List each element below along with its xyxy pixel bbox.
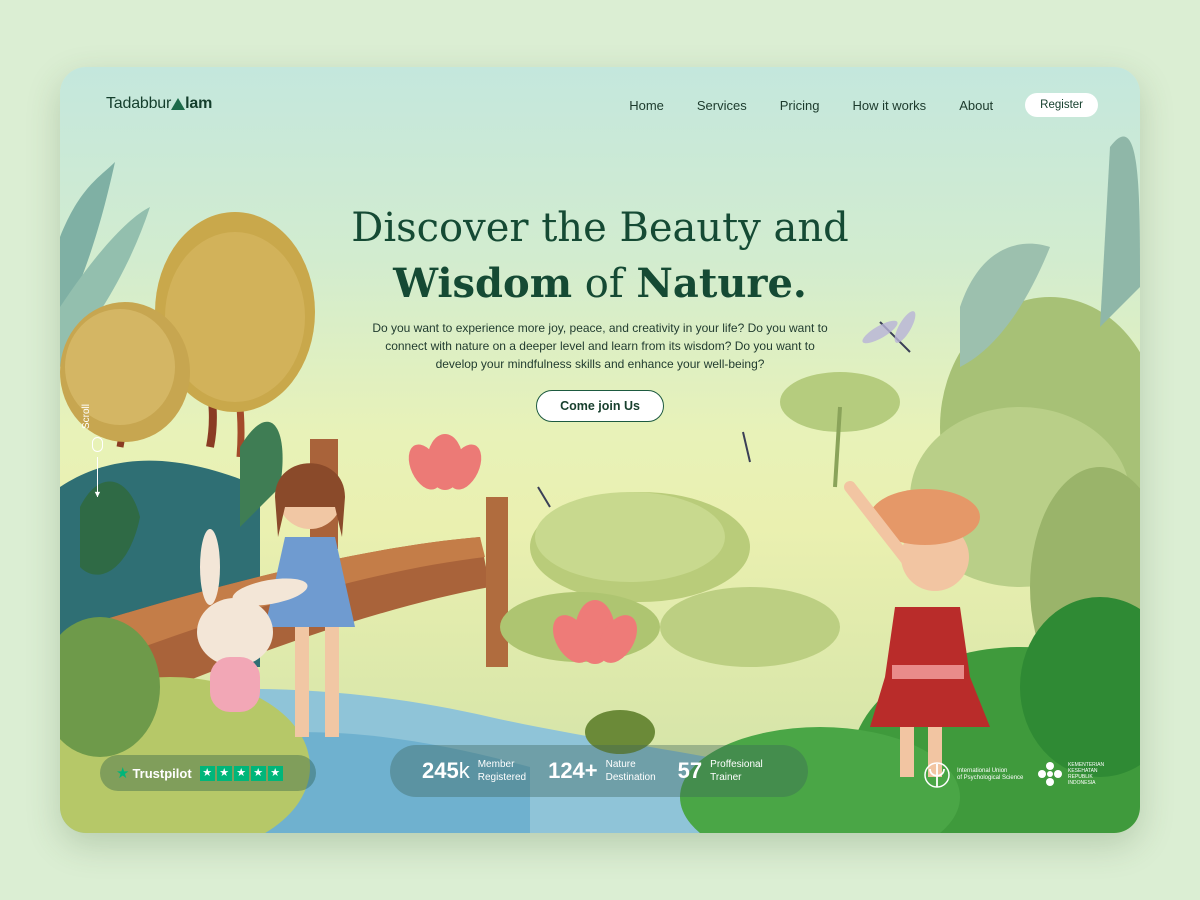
partner-kemenkes: KEMENTERIAN KESEHATAN REPUBLIK INDONESIA [1036,760,1104,788]
logo-text-left: Tadabbur [106,95,172,112]
partner-kemenkes-text: KEMENTERIAN KESEHATAN REPUBLIK INDONESIA [1068,762,1104,786]
partner-iups: International Union of Psychological Scie… [922,760,1023,790]
mouse-icon [92,437,103,452]
trustpilot-star-icon: ★ [116,765,130,782]
logo-text-right: lam [185,95,213,112]
stat-value: 57 [677,758,703,783]
partner-line: of Psychological Science [957,775,1024,781]
partner-line: International Union [957,768,1008,774]
hero-description: Do you want to experience more joy, peac… [372,321,828,371]
partner-line: INDONESIA [1068,780,1096,786]
health-ministry-icon [1038,762,1062,786]
stat-line1: Proffesional [710,759,763,770]
brand-logo[interactable]: Tadabbur lam [106,95,212,113]
stat-text: Member Registered [478,758,526,784]
stat-line2: Trainer [710,772,742,783]
stat-line1: Member [477,759,515,770]
hero-title-line1: Discover the Beauty and [351,205,849,251]
rating-star-icon: ★ [216,765,232,781]
hero-card: Tadabbur lam Home Services Pricing How i… [60,67,1140,833]
trustpilot-name: Trustpilot [132,765,192,781]
hero-title-line2: Wisdom of Nature. [60,256,1140,312]
nav-services[interactable]: Services [697,98,747,113]
nav-about[interactable]: About [959,98,993,113]
rating-star-icon: ★ [199,765,215,781]
hero-title-bold-nature: Nature. [636,260,807,307]
stat-value: 124+ [548,758,598,783]
nav-pricing[interactable]: Pricing [780,98,820,113]
logo-triangle-icon [171,97,186,110]
trustpilot-badge[interactable]: ★ Trustpilot ★ ★ ★ ★ ★ [100,755,316,791]
stat-text: Proffesional Trainer [710,758,763,784]
stat-trainers: 57 Proffesional Trainer [678,758,763,784]
rating-star-icon: ★ [233,765,249,781]
hero-title: Discover the Beauty and Wisdom of Nature… [60,200,1140,312]
stat-unit: k [458,758,470,783]
nav-home[interactable]: Home [629,98,664,113]
stats-bar: 245k Member Registered 124+ Nature Destina… [390,745,808,797]
stat-value: 245k [422,758,470,784]
scroll-label: Scroll [81,403,93,430]
rating-star-icon: ★ [267,765,283,781]
nature-illustration [60,136,1140,833]
nav-how-it-works[interactable]: How it works [853,98,927,113]
top-nav: Home Services Pricing How it works About… [596,93,1098,117]
join-button[interactable]: Come join Us [536,390,664,422]
stat-line2: Destination [605,772,656,783]
rating-star-icon: ★ [250,765,266,781]
stat-line1: Nature [605,759,636,770]
stat-text: Nature Destination [606,758,656,784]
scroll-indicator[interactable]: Scroll ▼ [81,399,108,509]
psi-emblem-icon [924,762,950,788]
stat-number: 245 [422,758,459,783]
hero-title-of: of [572,261,637,307]
stat-members: 245k Member Registered [422,758,526,784]
stat-destinations: 124+ Nature Destination [548,758,656,784]
stat-line2: Registered [477,772,527,783]
partner-iups-text: International Union of Psychological Scie… [957,768,1023,782]
arrow-down-icon: ▼ [93,489,102,499]
hero-title-bold-wisdom: Wisdom [393,260,573,307]
register-button[interactable]: Register [1025,93,1098,117]
